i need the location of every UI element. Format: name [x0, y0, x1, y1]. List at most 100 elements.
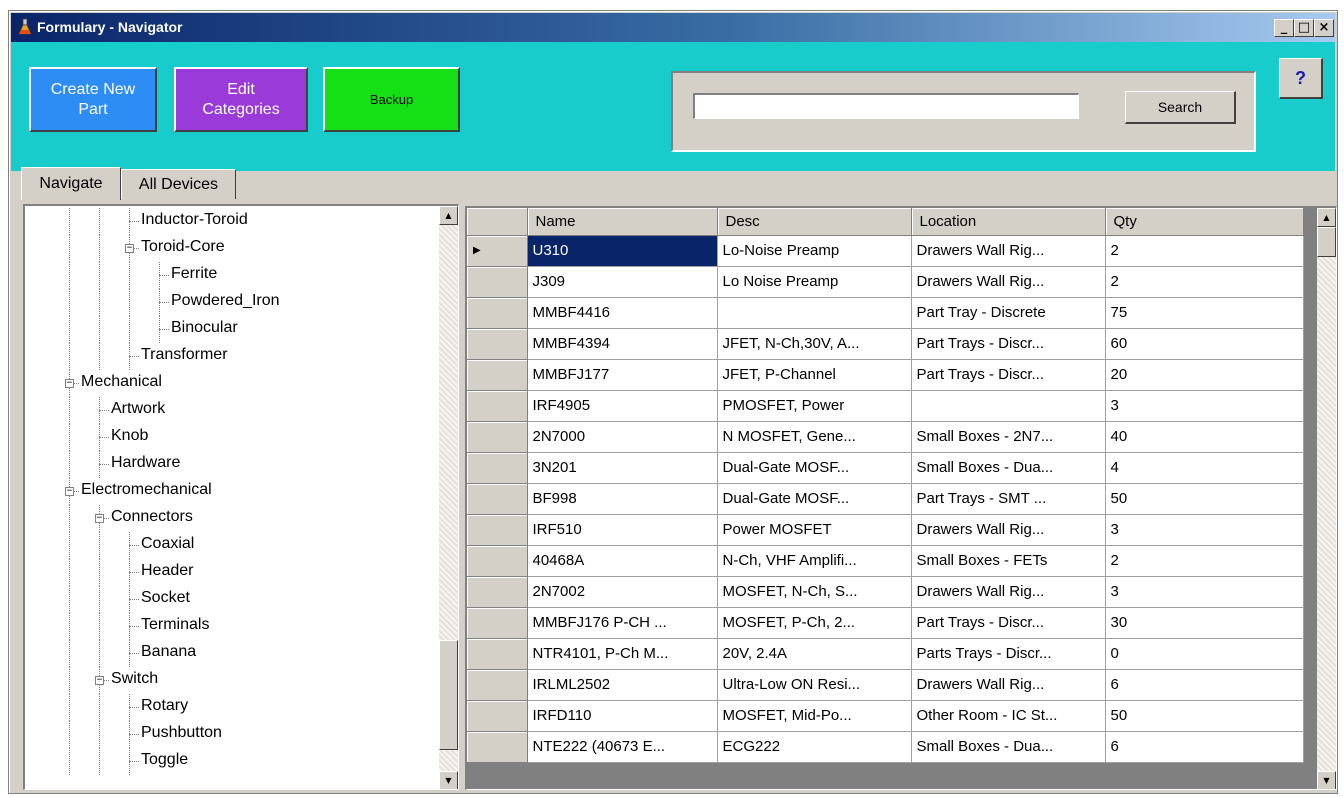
cell-qty[interactable]: 3 — [1105, 514, 1304, 546]
row-header[interactable] — [467, 669, 528, 701]
cell-location[interactable]: Small Boxes - Dua... — [911, 452, 1106, 484]
cell-location[interactable]: Part Trays - Discr... — [911, 607, 1106, 639]
tab-all-devices[interactable]: All Devices — [121, 169, 236, 199]
table-row[interactable]: MMBFJ176 P-CH ... MOSFET, P-Ch, 2... Part … — [467, 607, 1304, 639]
tree-node[interactable]: Mechanical — [81, 370, 162, 394]
row-header[interactable] — [467, 700, 528, 732]
cell-name[interactable]: NTE222 (40673 E... — [527, 731, 718, 763]
tree-node[interactable]: Banana — [141, 640, 196, 664]
tree-node[interactable]: Coaxial — [141, 532, 194, 556]
cell-location[interactable]: Part Tray - Discrete — [911, 297, 1106, 329]
scroll-up-arrow-icon[interactable]: ▲ — [439, 206, 458, 225]
tree-node[interactable]: Toroid-Core — [141, 235, 225, 259]
scroll-down-arrow-icon[interactable]: ▼ — [439, 771, 458, 789]
column-header-name[interactable]: Name — [527, 208, 718, 236]
table-row[interactable]: MMBFJ177 JFET, P-Channel Part Trays - Disc… — [467, 359, 1304, 391]
cell-location[interactable]: Drawers Wall Rig... — [911, 514, 1106, 546]
category-tree[interactable]: Inductor-Toroid − Toroid-Core Ferrite Powder… — [23, 204, 459, 790]
table-row[interactable]: IRF510 Power MOSFET Drawers Wall Rig... 3 — [467, 514, 1304, 546]
cell-qty[interactable]: 3 — [1105, 390, 1304, 422]
tree-node[interactable]: Pushbutton — [141, 721, 222, 745]
search-button[interactable]: Search — [1125, 91, 1236, 124]
cell-location[interactable]: Small Boxes - FETs — [911, 545, 1106, 577]
cell-location[interactable]: Part Trays - Discr... — [911, 359, 1106, 391]
grid-scroll-up-arrow-icon[interactable]: ▲ — [1317, 208, 1336, 227]
cell-desc[interactable]: ECG222 — [717, 731, 912, 763]
cell-desc[interactable]: MOSFET, P-Ch, 2... — [717, 607, 912, 639]
cell-name[interactable]: MMBF4416 — [527, 297, 718, 329]
table-row[interactable]: IRFD110 MOSFET, Mid-Po... Other Room - IC … — [467, 700, 1304, 732]
table-row[interactable]: 2N7002 MOSFET, N-Ch, S... Drawers Wall Rig… — [467, 576, 1304, 608]
column-header-desc[interactable]: Desc — [717, 208, 912, 236]
cell-name[interactable]: MMBFJ177 — [527, 359, 718, 391]
cell-qty[interactable]: 3 — [1105, 576, 1304, 608]
close-button[interactable]: × — [1314, 19, 1334, 37]
cell-desc[interactable]: PMOSFET, Power — [717, 390, 912, 422]
table-row[interactable]: IRLML2502 Ultra-Low ON Resi... Drawers Wal… — [467, 669, 1304, 701]
table-row[interactable]: NTR4101, P-Ch M... 20V, 2.4A Parts Trays -… — [467, 638, 1304, 670]
cell-name[interactable]: 3N201 — [527, 452, 718, 484]
tree-collapse-icon[interactable]: − — [125, 244, 134, 253]
table-row[interactable]: BF998 Dual-Gate MOSF... Part Trays - SMT .… — [467, 483, 1304, 515]
create-new-part-button[interactable]: Create New Part — [29, 67, 157, 132]
tree-collapse-icon[interactable]: − — [65, 379, 74, 388]
tree-node[interactable]: Hardware — [111, 451, 180, 475]
cell-qty[interactable]: 0 — [1105, 638, 1304, 670]
maximize-button[interactable]: □ — [1294, 19, 1314, 37]
cell-location[interactable] — [911, 390, 1106, 422]
tree-node[interactable]: Knob — [111, 424, 148, 448]
search-input[interactable] — [693, 93, 1079, 119]
row-header[interactable] — [467, 266, 528, 298]
cell-qty[interactable]: 40 — [1105, 421, 1304, 453]
table-row[interactable]: MMBF4416 Part Tray - Discrete 75 — [467, 297, 1304, 329]
edit-categories-button[interactable]: Edit Categories — [174, 67, 308, 132]
cell-desc[interactable]: Dual-Gate MOSF... — [717, 452, 912, 484]
cell-location[interactable]: Other Room - IC St... — [911, 700, 1106, 732]
row-header[interactable] — [467, 328, 528, 360]
tree-node[interactable]: Header — [141, 559, 193, 583]
row-header[interactable] — [467, 421, 528, 453]
cell-name[interactable]: U310 — [527, 235, 718, 267]
cell-desc[interactable] — [717, 297, 912, 329]
cell-name[interactable]: NTR4101, P-Ch M... — [527, 638, 718, 670]
tree-node[interactable]: Rotary — [141, 694, 188, 718]
table-row[interactable]: IRF4905 PMOSFET, Power 3 — [467, 390, 1304, 422]
cell-name[interactable]: MMBF4394 — [527, 328, 718, 360]
cell-name[interactable]: IRF510 — [527, 514, 718, 546]
cell-location[interactable]: Part Trays - SMT ... — [911, 483, 1106, 515]
cell-desc[interactable]: MOSFET, Mid-Po... — [717, 700, 912, 732]
cell-desc[interactable]: Power MOSFET — [717, 514, 912, 546]
cell-qty[interactable]: 75 — [1105, 297, 1304, 329]
cell-name[interactable]: IRLML2502 — [527, 669, 718, 701]
tab-navigate[interactable]: Navigate — [21, 167, 121, 200]
title-bar[interactable]: Formulary - Navigator _ □ × — [11, 13, 1335, 42]
row-header[interactable] — [467, 545, 528, 577]
table-row[interactable]: 3N201 Dual-Gate MOSF... Small Boxes - Dua.… — [467, 452, 1304, 484]
cell-desc[interactable]: Lo Noise Preamp — [717, 266, 912, 298]
column-header-qty[interactable]: Qty — [1105, 208, 1304, 236]
row-header[interactable] — [467, 731, 528, 763]
cell-name[interactable]: 40468A — [527, 545, 718, 577]
cell-desc[interactable]: MOSFET, N-Ch, S... — [717, 576, 912, 608]
cell-location[interactable]: Small Boxes - 2N7... — [911, 421, 1106, 453]
table-row[interactable]: NTE222 (40673 E... ECG222 Small Boxes - Du… — [467, 731, 1304, 763]
cell-desc[interactable]: Dual-Gate MOSF... — [717, 483, 912, 515]
tree-collapse-icon[interactable]: − — [95, 514, 104, 523]
cell-desc[interactable]: 20V, 2.4A — [717, 638, 912, 670]
cell-qty[interactable]: 2 — [1105, 266, 1304, 298]
row-header[interactable]: ▶ — [467, 235, 528, 267]
tree-node[interactable]: Powdered_Iron — [171, 289, 280, 313]
cell-qty[interactable]: 6 — [1105, 731, 1304, 763]
grid-scroll-thumb[interactable] — [1317, 227, 1336, 257]
tree-node[interactable]: Ferrite — [171, 262, 217, 286]
backup-button[interactable]: Backup — [323, 67, 460, 132]
tree-node[interactable]: Transformer — [141, 343, 228, 367]
table-row[interactable]: 2N7000 N MOSFET, Gene... Small Boxes - 2N7… — [467, 421, 1304, 453]
cell-location[interactable]: Parts Trays - Discr... — [911, 638, 1106, 670]
row-header[interactable] — [467, 576, 528, 608]
cell-qty[interactable]: 30 — [1105, 607, 1304, 639]
cell-name[interactable]: J309 — [527, 266, 718, 298]
cell-location[interactable]: Small Boxes - Dua... — [911, 731, 1106, 763]
parts-grid[interactable]: Name Desc Location Qty ▶ U310 Lo-Noise Pre… — [465, 206, 1337, 790]
cell-qty[interactable]: 2 — [1105, 545, 1304, 577]
